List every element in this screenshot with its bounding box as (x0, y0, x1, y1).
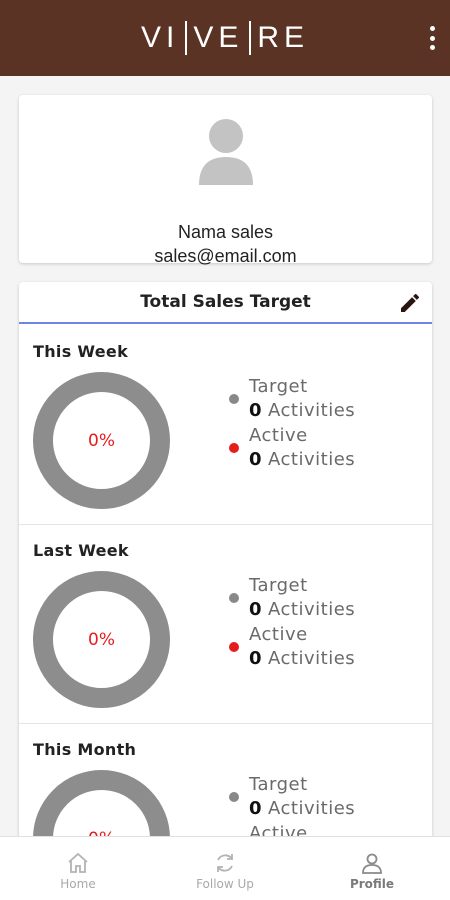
active-dot-icon (229, 443, 239, 453)
active-label: Active (249, 624, 308, 645)
target-value: 0 Activities (249, 599, 355, 620)
scroll-content[interactable]: Nama sales sales@email.com Total Sales T… (0, 76, 450, 836)
target-count: 0 (249, 599, 263, 620)
target-count: 0 (249, 400, 263, 421)
profile-card: Nama sales sales@email.com (19, 95, 432, 266)
target-dot-icon (229, 792, 239, 802)
sales-target-title: Total Sales Target (140, 292, 311, 312)
section-title: This Month (33, 740, 137, 759)
sales-target-header: Total Sales Target (19, 282, 432, 324)
nav-home-label: Home (60, 877, 96, 891)
progress-donut: 0% (33, 770, 170, 836)
activities-label: Activities (268, 798, 356, 819)
target-value: 0 Activities (249, 798, 355, 819)
target-label: Target (249, 774, 308, 795)
section-last-week: Last Week 0% Target 0 Activities Active 0… (19, 525, 432, 724)
logo-divider (185, 21, 188, 55)
bottom-nav: Home Follow Up Profile (0, 836, 450, 900)
sales-target-card: Total Sales Target This Week 0% Target 0… (19, 282, 432, 836)
active-dot-icon (229, 642, 239, 652)
app-root: VI VE RE Nama sales sales@email.com Tota… (0, 0, 450, 900)
progress-donut: 0% (33, 372, 170, 509)
home-icon (68, 852, 88, 873)
user-icon (362, 853, 382, 874)
target-label: Target (249, 575, 308, 596)
profile-name: Nama sales (177, 222, 274, 242)
profile-email: sales@email.com (154, 246, 297, 266)
active-value: 0 Activities (249, 449, 355, 470)
nav-follow-up[interactable]: Follow Up (150, 837, 300, 900)
nav-follow-up-label: Follow Up (196, 877, 254, 891)
activities-label: Activities (268, 400, 356, 421)
active-count: 0 (249, 648, 263, 669)
activities-label: Activities (268, 449, 356, 470)
logo-part-1: VI (140, 21, 180, 54)
section-this-week: This Week 0% Target 0 Activities Active 0… (19, 326, 432, 525)
logo-part-2: VE (193, 21, 244, 54)
target-value: 0 Activities (249, 400, 355, 421)
section-this-month: This Month 0% Target 0Activities Active … (19, 724, 432, 836)
progress-percent: 0% (88, 629, 115, 650)
section-title: This Week (33, 342, 129, 361)
avatar-icon (199, 119, 253, 185)
app-logo: VI VE RE (141, 21, 309, 55)
pencil-icon[interactable] (398, 291, 422, 315)
progress-donut: 0% (33, 571, 170, 708)
active-label: Active (249, 425, 308, 446)
activities-label: Activities (268, 648, 356, 669)
nav-home[interactable]: Home (3, 837, 153, 900)
active-label: Active (249, 823, 308, 836)
target-count: 0 (249, 798, 263, 819)
app-header: VI VE RE (0, 0, 450, 76)
refresh-icon (217, 854, 233, 872)
section-title: Last Week (33, 541, 129, 560)
active-value: 0 Activities (249, 648, 355, 669)
target-label: Target (249, 376, 308, 397)
active-count: 0 (249, 449, 263, 470)
logo-divider (249, 21, 252, 55)
target-dot-icon (229, 394, 239, 404)
target-dot-icon (229, 593, 239, 603)
progress-percent: 0% (33, 770, 170, 837)
kebab-icon[interactable] (426, 26, 438, 50)
progress-percent: 0% (88, 430, 115, 451)
logo-part-3: RE (257, 21, 310, 54)
nav-profile-label: Profile (349, 877, 395, 891)
activities-label: Activities (268, 599, 356, 620)
nav-profile[interactable]: Profile (297, 837, 447, 900)
